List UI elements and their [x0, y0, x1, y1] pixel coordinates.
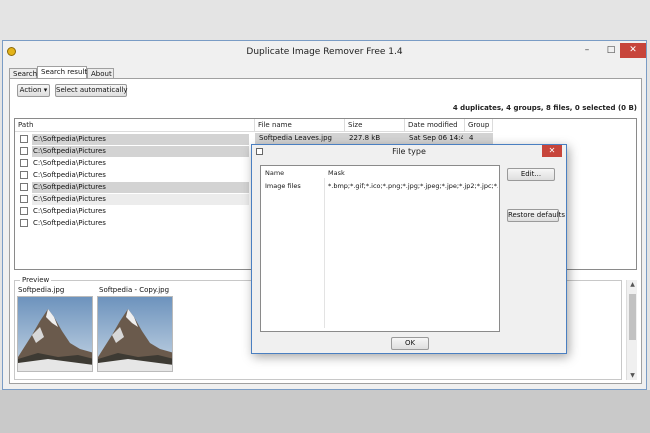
row-checkbox[interactable]	[20, 207, 28, 215]
file-type-mask[interactable]: *.bmp;*.gif;*.ico;*.png;*.jpg;*.jpeg;*.j…	[328, 182, 498, 190]
restore-defaults-button[interactable]: Restore defaults	[507, 209, 565, 222]
action-button[interactable]: Action ▾	[17, 84, 50, 97]
preview-thumbnail[interactable]	[97, 296, 173, 372]
column-header-path[interactable]: Path	[15, 119, 255, 132]
path-cell: C:\Softpedia\Pictures	[32, 194, 249, 205]
column-header-group[interactable]: Group	[465, 119, 493, 132]
path-cell: C:\Softpedia\Pictures	[32, 146, 249, 157]
preview-label: Preview	[20, 276, 52, 284]
window-title: Duplicate Image Remover Free 1.4	[246, 47, 403, 57]
preview-thumbnail[interactable]	[17, 296, 93, 372]
group-cell: 4	[469, 134, 474, 142]
select-automatically-button[interactable]: Select automatically	[55, 84, 128, 97]
scrollbar-thumb[interactable]	[629, 294, 636, 340]
row-checkbox[interactable]	[20, 171, 28, 179]
minimize-button[interactable]: –	[575, 43, 599, 58]
row-checkbox[interactable]	[20, 135, 28, 143]
scroll-down-icon[interactable]: ▼	[627, 372, 638, 379]
path-cell: C:\Softpedia\Pictures	[33, 207, 106, 215]
path-cell: C:\Softpedia\Pictures	[33, 219, 106, 227]
background-band	[0, 390, 650, 433]
preview-title: Softpedia.jpg	[18, 286, 65, 294]
scroll-up-icon[interactable]: ▲	[627, 281, 638, 288]
result-summary: 4 duplicates, 4 groups, 8 files, 0 selec…	[452, 104, 637, 112]
file-name-cell: Softpedia Leaves.jpg	[259, 134, 332, 142]
close-button[interactable]: ✕	[620, 43, 646, 58]
row-checkbox[interactable]	[20, 147, 28, 155]
row-checkbox[interactable]	[20, 159, 28, 167]
column-header-size[interactable]: Size	[345, 119, 405, 132]
path-cell: C:\Softpedia\Pictures	[33, 159, 106, 167]
path-cell: C:\Softpedia\Pictures	[32, 134, 249, 145]
dialog-title: File type	[392, 147, 426, 156]
date-cell: Sat Sep 06 14:4...	[409, 134, 463, 142]
preview-scrollbar[interactable]: ▲ ▼	[626, 280, 637, 380]
column-header-file-name[interactable]: File name	[255, 119, 345, 132]
row-checkbox[interactable]	[20, 183, 28, 191]
edit-button[interactable]: Edit...	[507, 168, 555, 181]
row-checkbox[interactable]	[20, 219, 28, 227]
mountain-image	[18, 297, 92, 371]
file-type-dialog: File type ✕ Name Mask Image files *.bmp;…	[251, 144, 567, 354]
path-cell: C:\Softpedia\Pictures	[32, 182, 249, 193]
file-type-list: Name Mask Image files *.bmp;*.gif;*.ico;…	[260, 165, 500, 332]
path-cell: C:\Softpedia\Pictures	[33, 171, 106, 179]
title-bar: Duplicate Image Remover Free 1.4 – □ ✕	[3, 41, 646, 63]
column-header-name[interactable]: Name	[265, 169, 284, 177]
file-type-name[interactable]: Image files	[265, 182, 301, 190]
dialog-close-button[interactable]: ✕	[542, 145, 562, 157]
preview-title: Softpedia - Copy.jpg	[99, 286, 170, 294]
size-cell: 227.8 kB	[349, 134, 381, 142]
ok-button[interactable]: OK	[391, 337, 429, 350]
column-header-date-modified[interactable]: Date modified	[405, 119, 465, 132]
mountain-image	[98, 297, 172, 371]
column-divider	[324, 178, 325, 328]
row-checkbox[interactable]	[20, 195, 28, 203]
column-header-mask[interactable]: Mask	[328, 169, 345, 177]
